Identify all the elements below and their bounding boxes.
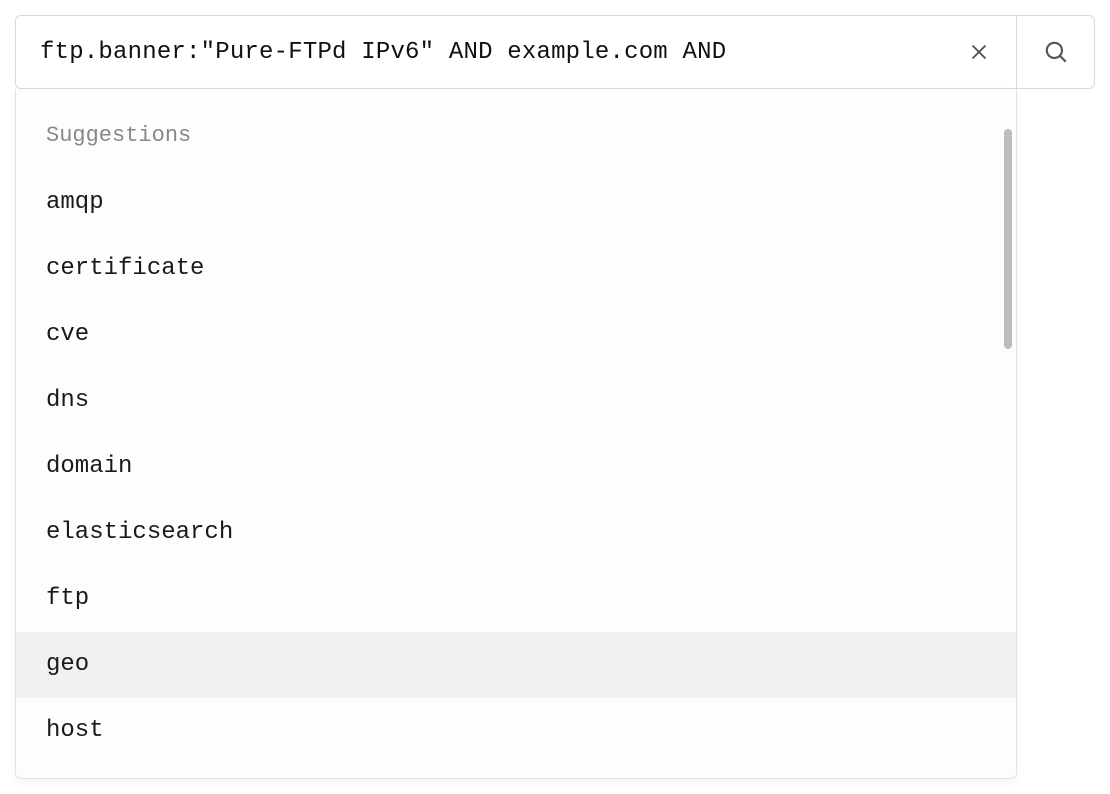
suggestion-list: amqp certificate cve dns domain elastics… [16, 170, 1016, 764]
suggestion-domain[interactable]: domain [16, 434, 1016, 500]
search-input[interactable] [40, 16, 960, 88]
search-button[interactable] [1017, 15, 1095, 89]
suggestion-ftp[interactable]: ftp [16, 566, 1016, 632]
suggestion-amqp[interactable]: amqp [16, 170, 1016, 236]
search-input-wrap [15, 15, 1017, 89]
scrollbar-thumb[interactable] [1004, 129, 1012, 349]
suggestion-geo[interactable]: geo [16, 632, 1016, 698]
suggestion-host[interactable]: host [16, 698, 1016, 764]
suggestions-header: Suggestions [16, 117, 1016, 170]
suggestion-dns[interactable]: dns [16, 368, 1016, 434]
search-bar [15, 15, 1095, 89]
search-icon [1043, 39, 1069, 65]
suggestion-elasticsearch[interactable]: elasticsearch [16, 500, 1016, 566]
suggestion-cve[interactable]: cve [16, 302, 1016, 368]
clear-button[interactable] [960, 33, 998, 71]
suggestion-certificate[interactable]: certificate [16, 236, 1016, 302]
close-icon [968, 41, 990, 63]
suggestions-dropdown: Suggestions amqp certificate cve dns dom… [15, 89, 1017, 779]
